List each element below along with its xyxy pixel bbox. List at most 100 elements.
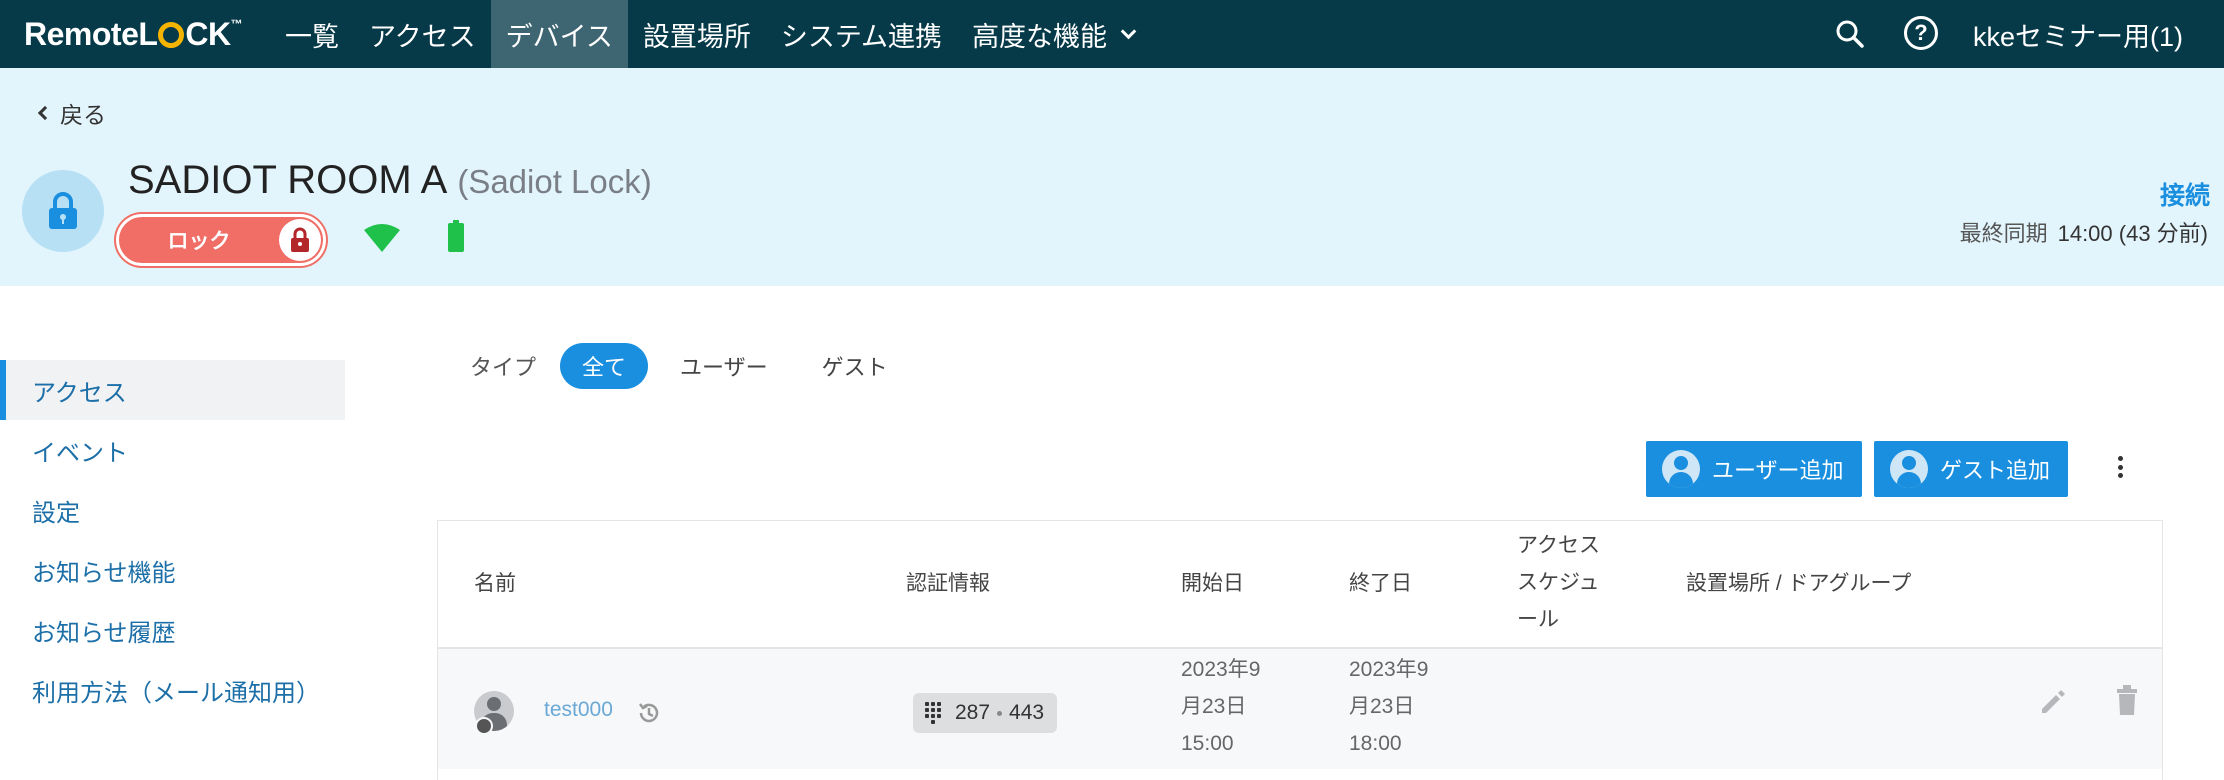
- header-schedule-line: アクセス: [1517, 534, 1600, 557]
- pin-code-part-a: 287: [955, 701, 991, 724]
- header-schedule-line: スケジュ: [1517, 571, 1600, 594]
- guest-icon: [1890, 450, 1928, 488]
- filter-option-label: ゲスト: [821, 355, 888, 380]
- filter-label: タイプ: [470, 355, 537, 380]
- end-date-line: 月23日: [1349, 695, 1415, 718]
- keypad-icon: [925, 702, 941, 724]
- filter-all[interactable]: 全て: [560, 343, 649, 389]
- search-icon[interactable]: [1834, 18, 1866, 50]
- device-model: (Sadiot Lock): [457, 163, 652, 200]
- pin-code-chip: 287 443: [913, 693, 1058, 733]
- schedule-clock-icon: [475, 717, 493, 735]
- help-icon[interactable]: ?: [1904, 16, 1938, 50]
- header-location: 設置場所 / ドアグループ: [1686, 572, 1912, 595]
- nav-item-label: デバイス: [505, 21, 613, 52]
- filter-option-label: 全て: [582, 355, 627, 380]
- logo-text-ck: CK: [185, 15, 231, 52]
- nav-item-label: アクセス: [369, 21, 476, 52]
- sidebar-item-usage-guide[interactable]: 利用方法（メール通知用）: [0, 660, 345, 720]
- nav-item-label: システム連携: [780, 21, 943, 52]
- sidebar-item-access[interactable]: アクセス: [0, 360, 345, 420]
- device-header: 戻る SADIOT ROOM A (Sadiot Lock) ロック 接続 最終同…: [0, 68, 2224, 286]
- user-icon: [1662, 450, 1700, 488]
- end-date-cell: 2023年9 月23日 18:00: [1349, 651, 1428, 762]
- start-date-line: 2023年9: [1181, 658, 1261, 681]
- pin-separator: [997, 710, 1003, 716]
- delete-icon[interactable]: [2115, 685, 2139, 717]
- add-user-label: ユーザー追加: [1712, 458, 1844, 483]
- access-table: 名前 認証情報 開始日 終了日 アクセス スケジュ ール 設置場所 / ドアグル…: [437, 520, 2163, 780]
- filter-option-label: ユーザー: [680, 355, 768, 380]
- sidebar-item-label: イベント: [32, 439, 128, 467]
- pin-code-part-b: 443: [1009, 701, 1045, 724]
- padlock-icon: [49, 192, 77, 229]
- header-name[interactable]: 名前: [474, 565, 516, 602]
- remotelock-logo[interactable]: Remote L CK ™: [24, 14, 243, 54]
- top-navigation-bar: Remote L CK ™ 一覧 アクセス デバイス 設置場所 システム連携 高…: [0, 0, 2224, 68]
- filter-users[interactable]: ユーザー: [658, 343, 790, 389]
- sidebar-item-label: 利用方法（メール通知用）: [32, 679, 320, 707]
- last-sync-value: 14:00 (43 分前): [2057, 221, 2208, 246]
- add-guest-label: ゲスト追加: [1939, 458, 2050, 483]
- edit-icon[interactable]: [2038, 687, 2068, 717]
- device-sidebar: アクセス イベント 設定 お知らせ機能 お知らせ履歴 利用方法（メール通知用）: [0, 360, 345, 720]
- header-credentials: 認証情報: [906, 572, 990, 595]
- end-date-line: 18:00: [1349, 732, 1402, 755]
- wifi-icon: [364, 224, 400, 252]
- sidebar-item-notifications[interactable]: お知らせ機能: [0, 540, 345, 600]
- chevron-left-icon: [37, 105, 53, 121]
- battery-icon: [448, 220, 464, 252]
- nav-item-access[interactable]: アクセス: [354, 0, 491, 68]
- logo-text-remote: Remote: [24, 15, 139, 52]
- start-date-cell: 2023年9 月23日 15:00: [1181, 651, 1260, 762]
- nav-item-list[interactable]: 一覧: [270, 0, 354, 68]
- lock-toggle-label: ロック: [167, 230, 231, 253]
- last-sync-label: 最終同期: [1959, 221, 2048, 246]
- nav-item-integrations[interactable]: システム連携: [766, 0, 957, 68]
- sidebar-item-label: お知らせ履歴: [32, 619, 176, 647]
- sidebar-item-events[interactable]: イベント: [0, 420, 345, 480]
- last-sync: 最終同期 14:00 (43 分前): [1960, 216, 2208, 248]
- type-filter: タイプ 全て ユーザー ゲスト: [470, 343, 920, 389]
- sidebar-item-label: 設定: [32, 499, 80, 527]
- lock-device-icon: [22, 170, 104, 252]
- nav-item-label: 設置場所: [642, 21, 751, 52]
- locked-icon: [291, 227, 309, 252]
- sidebar-item-label: アクセス: [32, 379, 127, 407]
- help-glyph: ?: [1914, 20, 1928, 45]
- nav-item-advanced[interactable]: 高度な機能: [957, 0, 1149, 68]
- header-schedule-line: ール: [1517, 608, 1559, 631]
- device-name: SADIOT ROOM A: [128, 158, 448, 202]
- nav-item-label: 高度な機能: [972, 21, 1108, 52]
- nav-item-locations[interactable]: 設置場所: [628, 0, 766, 68]
- end-date-line: 2023年9: [1349, 658, 1429, 681]
- nav-item-devices[interactable]: デバイス: [490, 0, 628, 68]
- logo-o-mark-icon: [158, 22, 185, 48]
- header-start-date[interactable]: 開始日: [1181, 565, 1244, 602]
- filter-guests[interactable]: ゲスト: [800, 343, 910, 389]
- add-user-button[interactable]: ユーザー追加: [1646, 441, 1862, 497]
- back-label: 戻る: [60, 102, 106, 128]
- sidebar-item-notification-history[interactable]: お知らせ履歴: [0, 600, 345, 660]
- device-title: SADIOT ROOM A (Sadiot Lock): [128, 158, 652, 203]
- lock-toggle-button[interactable]: ロック: [116, 214, 326, 266]
- header-end-date[interactable]: 終了日: [1349, 565, 1412, 602]
- main-nav: 一覧 アクセス デバイス 設置場所 システム連携 高度な機能: [270, 0, 1149, 68]
- user-name-link[interactable]: test000: [544, 691, 613, 728]
- account-menu[interactable]: kkeセミナー用(1): [1973, 0, 2183, 68]
- nav-item-label: 一覧: [285, 21, 339, 52]
- chevron-down-icon: [1120, 23, 1137, 39]
- account-name: kkeセミナー用(1): [1973, 21, 2184, 52]
- sidebar-item-settings[interactable]: 設定: [0, 480, 345, 540]
- lock-toggle-knob: [279, 219, 321, 261]
- add-guest-button[interactable]: ゲスト追加: [1874, 441, 2068, 497]
- sidebar-item-label: お知らせ機能: [32, 559, 176, 587]
- history-icon[interactable]: [636, 700, 662, 726]
- logo-trademark: ™: [230, 17, 243, 31]
- more-vert-icon[interactable]: [2108, 452, 2132, 482]
- connection-status: 接続: [2159, 182, 2210, 210]
- header-access-schedule: アクセス スケジュ ール: [1517, 527, 1600, 638]
- back-link[interactable]: 戻る: [37, 96, 106, 130]
- table-row[interactable]: test000 287 443 2023年9 月23日 15:00 2023年9…: [438, 649, 2162, 769]
- start-date-line: 月23日: [1181, 695, 1247, 718]
